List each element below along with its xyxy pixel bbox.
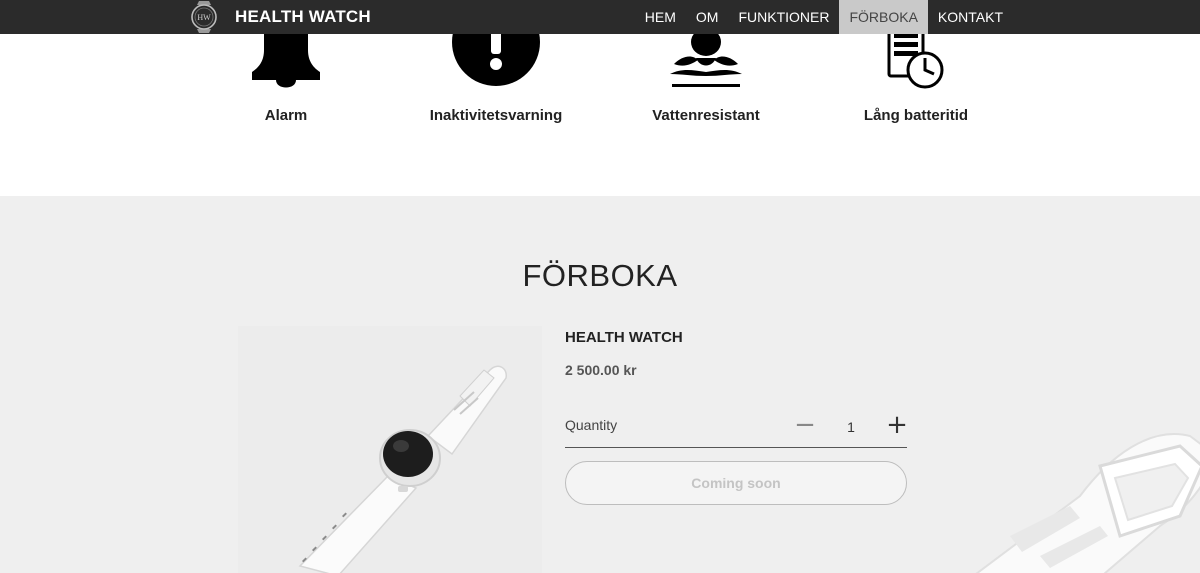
features-section: Alarm Inaktivitetsvarning Vattenresistan…	[0, 28, 1200, 196]
nav-item-om[interactable]: OM	[686, 0, 729, 34]
bell-icon	[252, 28, 320, 88]
nav-item-forboka[interactable]: FÖRBOKA	[839, 0, 928, 34]
quantity-selector: Quantity − 1 +	[565, 406, 908, 448]
nav-item-hem[interactable]: HEM	[635, 0, 686, 34]
product-image	[238, 326, 542, 573]
quantity-value[interactable]: 1	[839, 419, 863, 435]
main-nav: HEM OM FUNKTIONER FÖRBOKA KONTAKT	[635, 0, 1013, 34]
feature-label: Alarm	[264, 107, 308, 124]
feature-label: Lång batteritid	[863, 107, 969, 124]
quantity-increase-button[interactable]: +	[883, 410, 911, 440]
top-navbar: HW HEALTH WATCH HEM OM FUNKTIONER FÖRBOK…	[0, 0, 1200, 34]
coming-soon-button[interactable]: Coming soon	[565, 461, 907, 505]
quantity-label: Quantity	[565, 417, 618, 433]
product-name: HEALTH WATCH	[565, 329, 683, 346]
nav-item-kontakt[interactable]: KONTAKT	[928, 0, 1013, 34]
nav-item-funktioner[interactable]: FUNKTIONER	[728, 0, 839, 34]
quantity-decrease-button[interactable]: −	[791, 410, 819, 440]
battery-clock-icon	[887, 28, 944, 89]
feature-label: Vattenresistant	[652, 107, 760, 124]
preorder-section: FÖRBOKA HEALTH WATCH 2 500.00 kr Quantit…	[0, 196, 1200, 573]
logo-text: HW	[197, 13, 211, 22]
section-title: FÖRBOKA	[522, 258, 678, 293]
watch-strap-decoration	[975, 433, 1200, 573]
feature-label: Inaktivitetsvarning	[429, 107, 563, 124]
brand-name[interactable]: HEALTH WATCH	[235, 7, 371, 27]
watch-logo-icon: HW	[191, 1, 217, 33]
exclamation-icon	[452, 28, 540, 86]
water-splash-icon	[670, 28, 742, 87]
product-price: 2 500.00 kr	[565, 362, 637, 378]
brand[interactable]: HW HEALTH WATCH	[187, 0, 371, 34]
smartwatch-image	[298, 365, 507, 573]
